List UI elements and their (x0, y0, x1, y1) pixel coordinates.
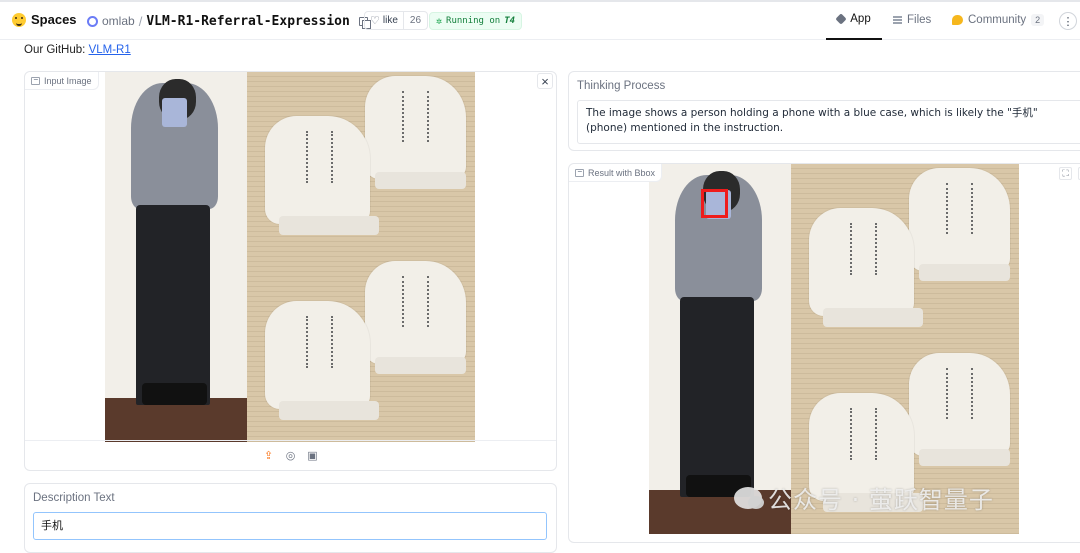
boots-photo-top (246, 72, 475, 257)
boots-photo-top (790, 164, 1019, 349)
result-label-text: Result with Bbox (588, 167, 656, 178)
tab-app-label: App (850, 13, 871, 25)
fullscreen-icon[interactable]: ⛶ (1059, 167, 1072, 180)
tab-app[interactable]: App (826, 0, 882, 40)
webcam-icon[interactable]: ◎ (285, 450, 297, 462)
input-image-label: Input Image (25, 72, 99, 90)
close-icon[interactable]: × (537, 73, 553, 89)
boots-photo-bottom (246, 257, 475, 442)
breadcrumb: omlab / VLM-R1-Referral-Expression (87, 12, 371, 30)
running-status-badge[interactable]: ✲ Running on T4 (429, 12, 523, 30)
result-label: Result with Bbox (569, 164, 663, 182)
thinking-text: The image shows a person holding a phone… (577, 100, 1080, 144)
github-link[interactable]: VLM-R1 (89, 44, 131, 56)
org-link[interactable]: omlab (102, 14, 135, 28)
top-bar: Spaces omlab / VLM-R1-Referral-Expressio… (0, 0, 1080, 40)
more-icon: ⋮ (1062, 15, 1074, 28)
like-count[interactable]: 26 (402, 12, 427, 29)
watermark: 公众号 · 萤跃智量子 (734, 480, 994, 515)
result-actions: ⛶ ⤓ (1059, 167, 1080, 180)
github-prefix: Our GitHub: (24, 44, 86, 56)
more-menu-button[interactable]: ⋮ (1059, 12, 1077, 30)
tab-files-label: Files (907, 14, 932, 26)
wechat-icon (734, 486, 764, 509)
app-icon (835, 13, 847, 25)
like-label: like (382, 15, 398, 26)
thinking-panel: Thinking Process The image shows a perso… (568, 71, 1080, 151)
like-toggle[interactable]: ♡ like (365, 12, 403, 29)
image-icon (575, 168, 584, 177)
files-icon (893, 16, 902, 24)
spaces-brand[interactable]: Spaces (12, 12, 77, 27)
status-prefix: Running on (446, 16, 501, 26)
description-input[interactable]: 手机 (33, 512, 547, 540)
breadcrumb-separator: / (138, 13, 143, 29)
input-image-label-text: Input Image (44, 75, 92, 86)
input-image (105, 72, 475, 442)
person-photo (649, 164, 791, 534)
image-icon (31, 76, 40, 85)
running-icon: ✲ (436, 15, 443, 27)
result-image (649, 164, 1019, 534)
org-avatar-icon (87, 15, 98, 27)
watermark-text: 公众号 · 萤跃智量子 (768, 486, 994, 514)
like-button[interactable]: ♡ like 26 (364, 11, 429, 30)
person-photo (105, 72, 247, 442)
clipboard-icon[interactable]: ▣ (307, 450, 319, 462)
tab-community[interactable]: Community 2 (952, 0, 1045, 40)
input-image-panel: Input Image × ⇪ ◎ ▣ (24, 71, 557, 471)
heart-icon: ♡ (370, 15, 380, 27)
spaces-label: Spaces (31, 12, 77, 27)
github-line: Our GitHub: VLM-R1 (24, 44, 131, 56)
description-label: Description Text (33, 492, 115, 504)
phone-bounding-box (701, 189, 728, 218)
community-icon (952, 15, 963, 25)
image-source-toolbar: ⇪ ◎ ▣ (25, 440, 556, 470)
upload-icon[interactable]: ⇪ (263, 450, 275, 462)
tab-community-label: Community (968, 14, 1027, 26)
status-hardware: T4 (504, 16, 516, 26)
community-count-badge: 2 (1031, 14, 1045, 26)
repo-name[interactable]: VLM-R1-Referral-Expression (146, 14, 350, 29)
tab-files[interactable]: Files (893, 0, 931, 40)
thinking-label: Thinking Process (577, 80, 666, 92)
huggingface-logo-icon (12, 12, 26, 27)
description-panel: Description Text 手机 (24, 483, 557, 553)
